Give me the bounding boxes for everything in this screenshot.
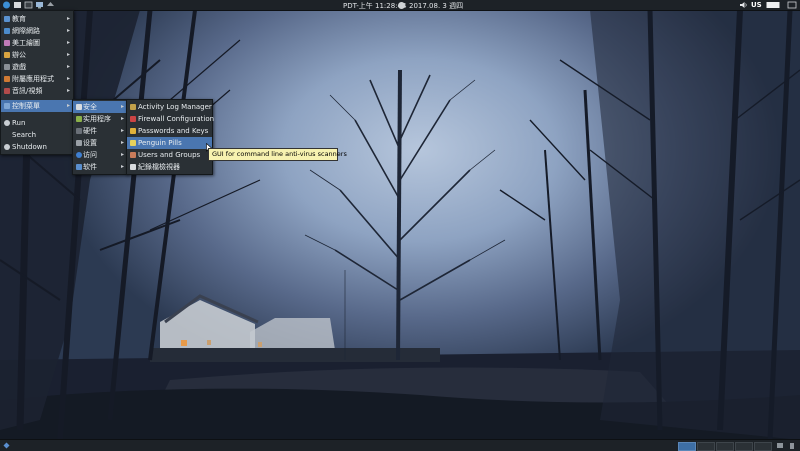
clock-icon — [398, 2, 405, 9]
chevron-right-icon: ▸ — [120, 103, 124, 110]
menu-item-utilities[interactable]: 实用程序 ▸ — [73, 113, 127, 125]
accessibility-icon — [76, 152, 82, 158]
shutdown-icon — [4, 144, 10, 150]
menu-item-settings[interactable]: 设置 ▸ — [73, 137, 127, 149]
hardware-icon — [76, 128, 82, 134]
security-submenu: Activity Log Manager Firewall Configurat… — [126, 99, 214, 175]
menu-item-education[interactable]: 教育 ▸ — [1, 13, 73, 25]
menu-item-accessibility[interactable]: 访问 ▸ — [73, 149, 127, 161]
run-icon — [4, 120, 10, 126]
graphics-icon — [4, 40, 10, 46]
chevron-right-icon: ▸ — [66, 39, 70, 46]
menu-item-firewall-configuration[interactable]: Firewall Configuration — [127, 113, 214, 125]
software-icon — [76, 164, 82, 170]
tooltip: GUI for command line anti-virus scanners — [208, 148, 347, 161]
chevron-right-icon: ▸ — [66, 15, 70, 22]
penguin-pills-icon — [130, 140, 136, 146]
security-icon — [76, 104, 82, 110]
update-icon[interactable] — [46, 1, 55, 9]
menu-item-security[interactable]: 安全 ▸ — [73, 101, 127, 113]
date[interactable]: 2017.08. 3 週四 — [409, 1, 463, 11]
menu-item-software[interactable]: 软件 ▸ — [73, 161, 127, 173]
chevron-right-icon: ▸ — [66, 27, 70, 34]
keyboard-icon[interactable] — [766, 1, 780, 9]
chevron-right-icon: ▸ — [66, 75, 70, 82]
education-icon — [4, 16, 10, 22]
menu-item-passwords-and-keys[interactable]: Passwords and Keys — [127, 125, 212, 137]
menu-item-shutdown[interactable]: Shutdown — [1, 141, 73, 153]
menu-item-control-menu[interactable]: 控制菜單 ▸ — [1, 100, 73, 112]
window-icon[interactable] — [787, 1, 797, 9]
search-icon — [4, 132, 10, 138]
menu-item-games[interactable]: 遊戲 ▸ — [1, 61, 73, 73]
foggy-trees-scene — [0, 9, 800, 441]
menu-item-multimedia[interactable]: 音訊/視頻 ▸ — [1, 85, 73, 97]
office-icon — [4, 52, 10, 58]
menu-item-log-viewer[interactable]: 紀錄檔檢視器 — [127, 161, 212, 173]
utilities-icon — [76, 116, 82, 122]
bottom-panel — [0, 439, 800, 451]
menu-item-office[interactable]: 辦公 ▸ — [1, 49, 73, 61]
clock[interactable]: PDT-上午 11:28:44 — [343, 1, 406, 11]
menu-item-users-and-groups[interactable]: Users and Groups — [127, 149, 212, 161]
users-icon — [130, 152, 136, 158]
menu-item-internet[interactable]: 網際網路 ▸ — [1, 25, 73, 37]
menu-item-run[interactable]: Run — [1, 117, 73, 129]
desktop-wallpaper — [0, 0, 800, 450]
menu-item-search[interactable]: Search — [1, 129, 73, 141]
chevron-right-icon: ▸ — [120, 139, 124, 146]
display-icon[interactable] — [35, 1, 44, 9]
chevron-right-icon: ▸ — [66, 102, 70, 109]
chevron-right-icon: ▸ — [66, 63, 70, 70]
games-icon — [4, 64, 10, 70]
keyboard-layout-indicator[interactable]: US — [751, 1, 762, 9]
chevron-right-icon: ▸ — [66, 87, 70, 94]
main-menu: 教育 ▸ 網際網路 ▸ 美工繪圖 ▸ 辦公 ▸ 遊戲 ▸ 附屬應用程式 ▸ 音訊… — [0, 10, 74, 155]
log-viewer-icon — [130, 164, 136, 170]
firewall-icon — [130, 116, 136, 122]
multimedia-icon — [4, 88, 10, 94]
file-manager-icon[interactable] — [13, 1, 22, 9]
control-submenu: 安全 ▸ 实用程序 ▸ 硬件 ▸ 设置 ▸ 访问 ▸ 软件 ▸ — [72, 99, 128, 175]
control-menu-icon — [4, 103, 10, 109]
chevron-right-icon: ▸ — [66, 51, 70, 58]
menu-item-penguin-pills[interactable]: Penguin Pills — [127, 137, 212, 149]
menu-item-hardware[interactable]: 硬件 ▸ — [73, 125, 127, 137]
terminal-icon[interactable] — [24, 1, 33, 9]
top-panel: PDT-上午 11:28:44 2017.08. 3 週四 US — [0, 0, 800, 11]
menu-item-graphics[interactable]: 美工繪圖 ▸ — [1, 37, 73, 49]
menu-item-accessories[interactable]: 附屬應用程式 ▸ — [1, 73, 73, 85]
chevron-right-icon: ▸ — [120, 115, 124, 122]
key-icon — [130, 128, 136, 134]
internet-icon — [4, 28, 10, 34]
settings-icon — [76, 140, 82, 146]
chevron-right-icon: ▸ — [120, 127, 124, 134]
lock-icon — [130, 104, 136, 110]
chevron-right-icon: ▸ — [120, 151, 124, 158]
volume-icon[interactable] — [739, 1, 748, 9]
chevron-right-icon: ▸ — [120, 163, 124, 170]
accessories-icon — [4, 76, 10, 82]
menu-item-activity-log-manager[interactable]: Activity Log Manager — [127, 101, 212, 113]
app-menu-icon[interactable] — [2, 1, 11, 9]
